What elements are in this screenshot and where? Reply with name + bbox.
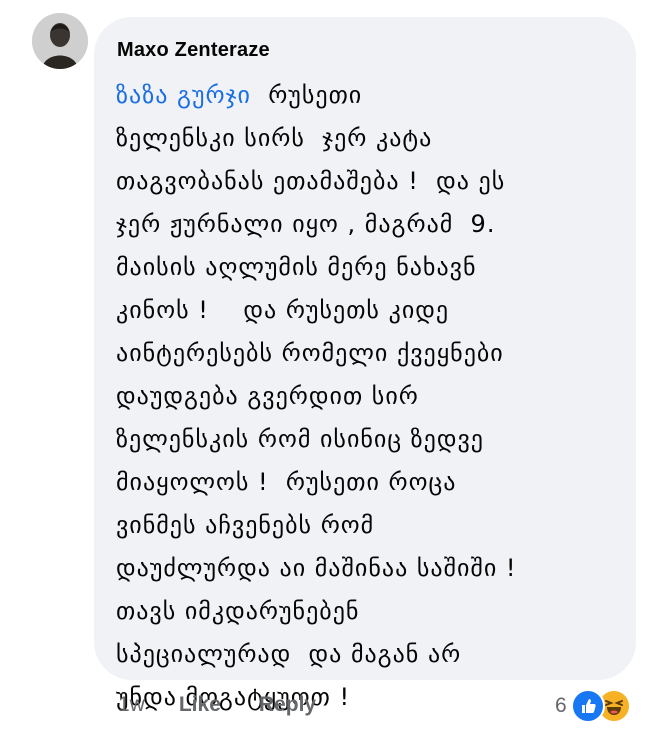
avatar-image: [32, 13, 88, 69]
comment-author[interactable]: Maxo Zenteraze: [117, 39, 270, 62]
reactions-summary[interactable]: 6: [555, 689, 631, 723]
comment-line: დაუდგება გვერდით სირ: [116, 382, 419, 410]
comment-line: ზელენსკის რომ ისინიც ზედვე: [116, 425, 484, 453]
comment-line: თაგვობანას ეთამაშება ! და ეს: [116, 167, 506, 195]
comment-timestamp[interactable]: 1w: [118, 693, 145, 717]
comment-line: კინოს ! და რუსეთს კიდე: [116, 296, 450, 324]
avatar[interactable]: [32, 13, 88, 69]
comment-text: ზაზა გურჯი რუსეთი ზელენსკი სირს ჯერ კატა…: [116, 79, 517, 724]
comment-line: ზაზა გურჯი რუსეთი: [116, 81, 363, 109]
comment-line: მაისის აღლუმის მერე ნახავნ: [116, 253, 477, 281]
mention-link[interactable]: ზაზა გურჯი: [116, 81, 251, 109]
comment-line: თავს იმკდარუნებენ: [116, 597, 360, 625]
like-icon: [570, 689, 605, 723]
comment-actions: 1w Like Reply: [118, 693, 316, 717]
reaction-count: 6: [555, 694, 567, 717]
like-button[interactable]: Like: [179, 693, 221, 717]
reply-button[interactable]: Reply: [259, 693, 316, 717]
comment-line: სპეციალურად და მაგან არ: [116, 640, 462, 668]
comment-line: ზელენსკი სირს ჯერ კატა: [116, 124, 433, 152]
comment-line: მიაყოლოს ! რუსეთი როცა: [116, 468, 457, 496]
comment-line: აინტერესებს რომელი ქვეყნები: [116, 339, 504, 367]
comment-line: დაუძლურდა აი მაშინაა საშიში !: [116, 554, 517, 582]
comment-line: ვინმეს აჩვენებს რომ: [116, 511, 375, 539]
comment-line: ჯერ ჟურნალი იყო , მაგრამ 9.: [116, 210, 496, 238]
